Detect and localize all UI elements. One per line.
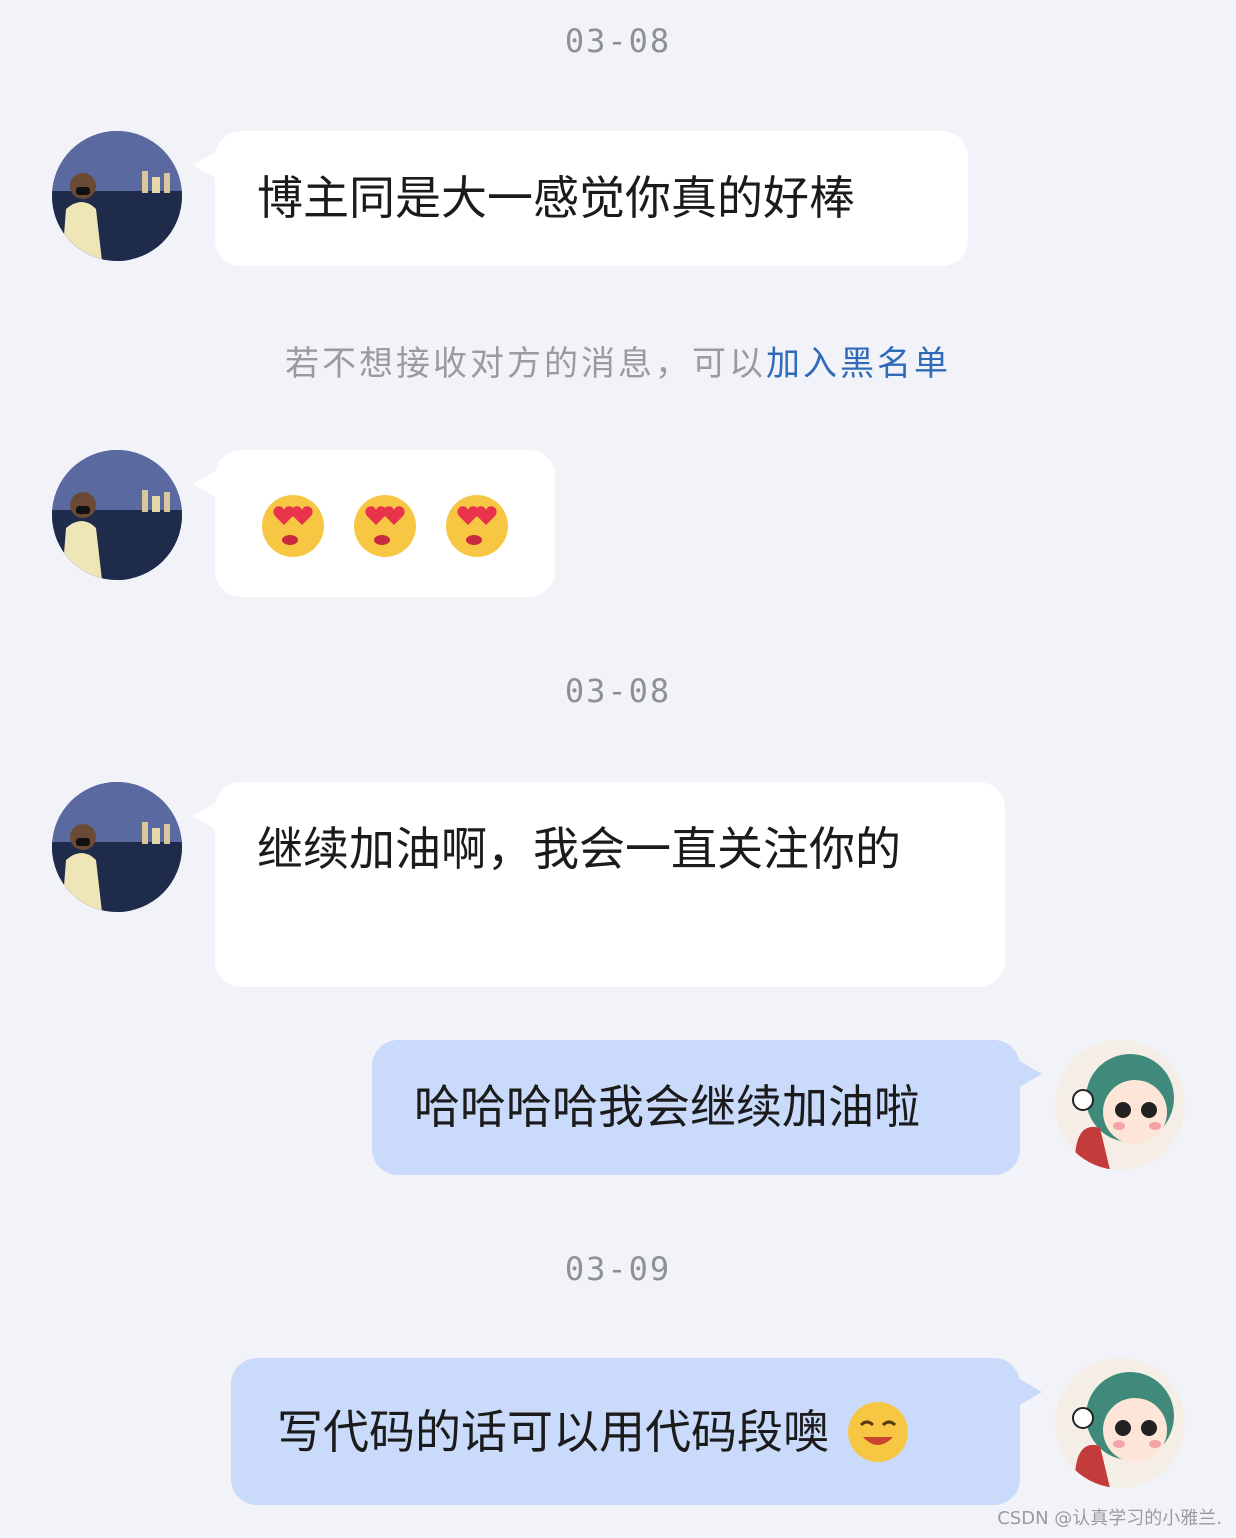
message-bubble[interactable]: 继续加油啊，我会一直关注你的 [193, 782, 1005, 987]
message-text: 写代码的话可以用代码段噢 [277, 1404, 829, 1459]
message-bubble[interactable]: 写代码的话可以用代码段噢 [231, 1358, 1042, 1505]
heart-eyes-kiss-emoji-icon [354, 494, 416, 557]
grinning-squint-emoji-icon [848, 1401, 908, 1462]
timestamp-divider: 03-08 [564, 672, 672, 710]
avatar[interactable] [52, 782, 182, 912]
avatar[interactable] [52, 450, 182, 580]
avatar-cartoon-icon [1055, 1040, 1185, 1170]
watermark: CSDN @认真学习的小雅兰. [997, 1508, 1222, 1529]
message-bubble[interactable]: 哈哈哈哈我会继续加油啦 [372, 1040, 1042, 1175]
blacklist-link[interactable]: 加入黑名单 [766, 344, 951, 384]
avatar[interactable] [52, 131, 182, 261]
message-bubble[interactable] [193, 450, 555, 597]
avatar-photo-icon [52, 131, 182, 261]
block-notice: 若不想接收对方的消息，可以加入黑名单 [0, 336, 1236, 385]
timestamp-divider: 03-08 [564, 22, 672, 60]
message-text: 继续加油啊，我会一直关注你的 [257, 822, 901, 876]
message-bubble[interactable]: 博主同是大一感觉你真的好棒 [193, 131, 968, 266]
heart-eyes-kiss-emoji-icon [262, 494, 324, 557]
avatar-photo-icon [52, 782, 182, 912]
avatar-photo-icon [52, 450, 182, 580]
heart-eyes-kiss-emoji-icon [446, 494, 508, 557]
avatar[interactable] [1055, 1358, 1185, 1488]
notice-text: 若不想接收对方的消息，可以 [285, 344, 766, 384]
avatar[interactable] [1055, 1040, 1185, 1170]
message-text: 哈哈哈哈我会继续加油啦 [414, 1080, 920, 1134]
timestamp-divider: 03-09 [564, 1250, 672, 1288]
message-text: 博主同是大一感觉你真的好棒 [257, 171, 855, 225]
avatar-cartoon-icon [1055, 1358, 1185, 1488]
